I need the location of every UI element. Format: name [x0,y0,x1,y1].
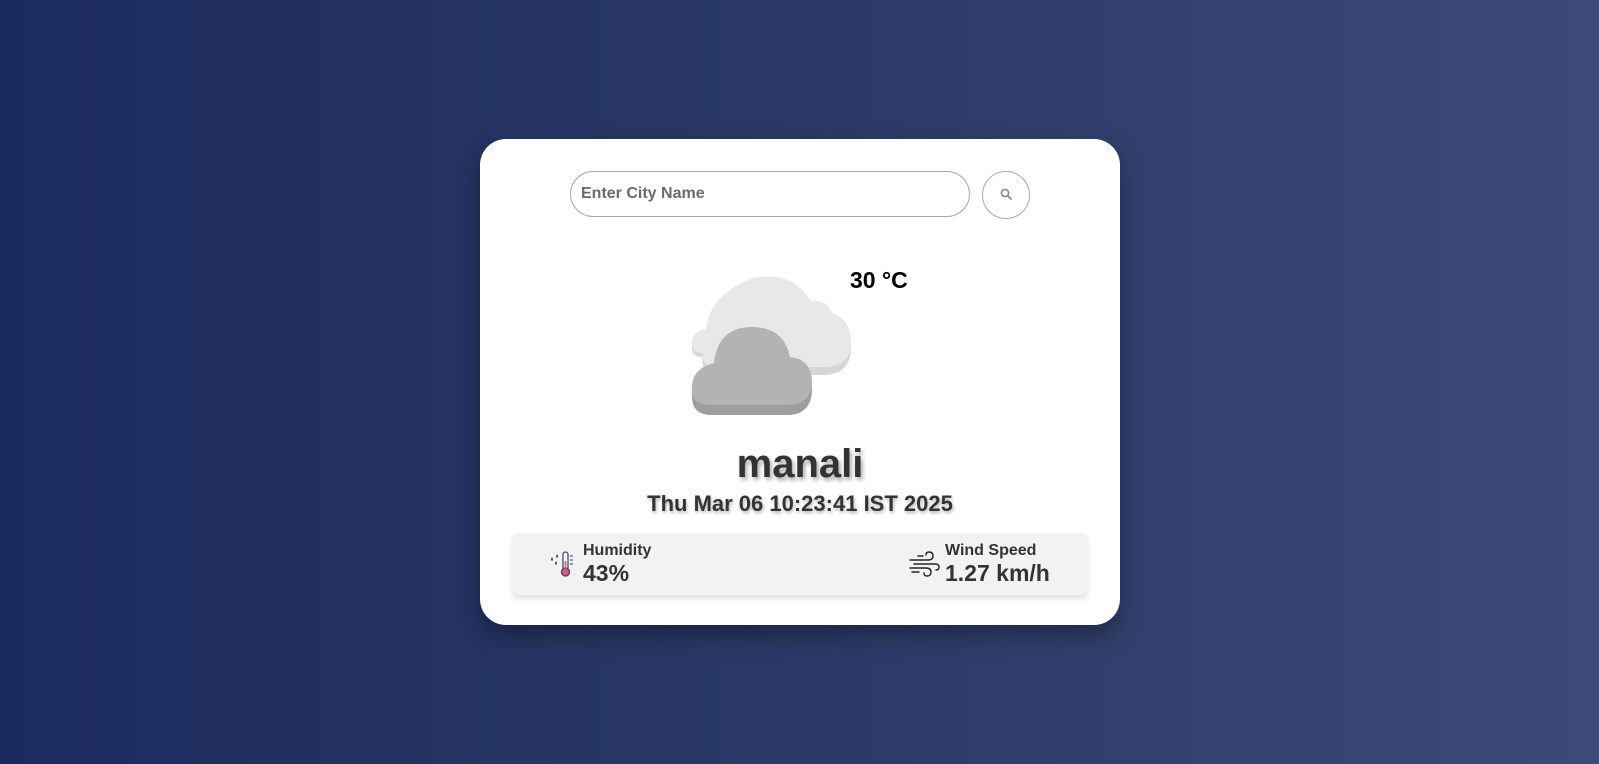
wind-speed-value: 1.27 km/h [945,560,1050,586]
wind-speed-label: Wind Speed [945,542,1037,559]
date-time: Thu Mar 06 10:23:41 IST 2025 [647,491,953,516]
city-search-input[interactable] [570,171,970,217]
cloudy-icon [686,276,851,417]
wind-icon [908,548,940,580]
temperature: 30 °C [850,267,908,293]
weather-card: 30 °C manali Thu Mar 06 10:23:41 IST 202… [480,139,1120,625]
humidity-detail: Humidity 43% [546,533,651,595]
page-background: { "search": { "placeholder": "Enter City… [0,0,1599,764]
search-button[interactable] [982,171,1030,219]
humidity-thermometer-icon [546,548,578,580]
wind-speed-detail: Wind Speed 1.27 km/h [908,533,1050,595]
humidity-label: Humidity [583,542,652,559]
weather-details-panel: Humidity 43% Wind Speed 1.27 km/h [512,533,1088,595]
city-name: manali [736,442,864,486]
humidity-value: 43% [583,560,630,586]
search-icon [1000,188,1012,203]
